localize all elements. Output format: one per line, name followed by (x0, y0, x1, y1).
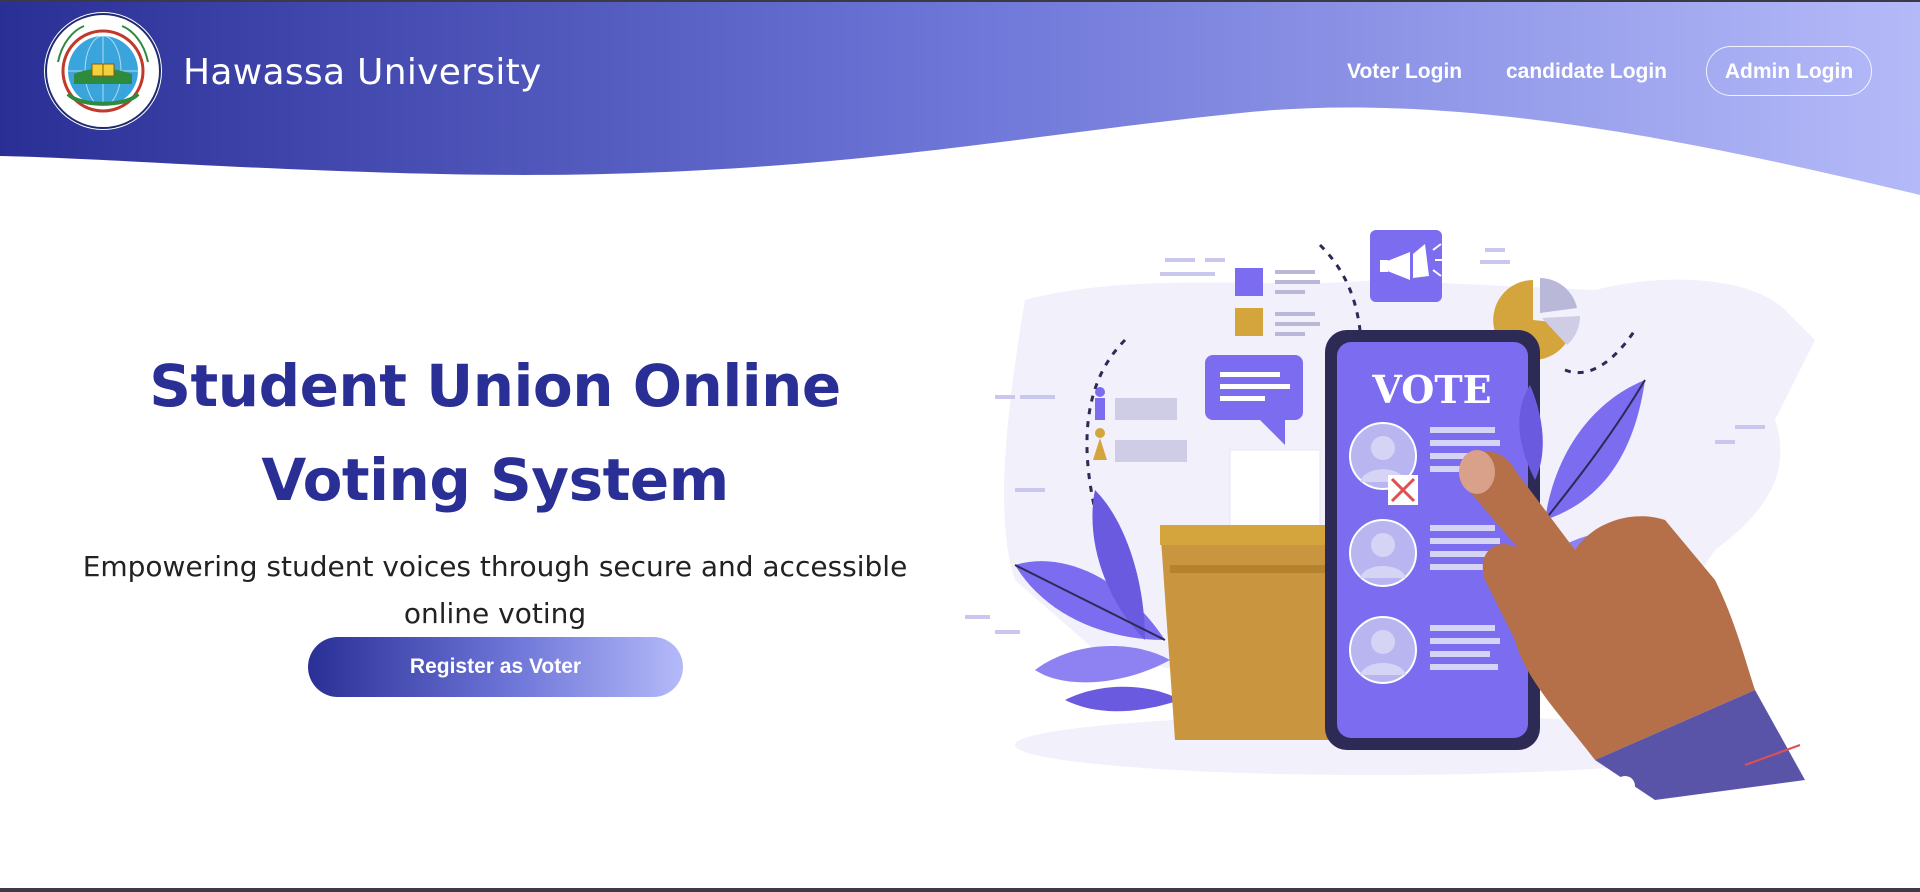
candidate-avatar-3 (1349, 616, 1417, 684)
university-seal-icon (45, 13, 161, 129)
candidate-login-link[interactable]: candidate Login (1506, 60, 1667, 84)
voting-illustration: VOTE (965, 230, 1815, 800)
site-header: Hawassa University Voter Login candidate… (0, 2, 1920, 198)
window-bottom-border (0, 888, 1920, 892)
hero-subtitle: Empowering student voices through secure… (82, 550, 908, 630)
candidate-avatar-2 (1349, 519, 1417, 587)
university-logo[interactable] (44, 12, 162, 130)
vote-check-icon (1388, 475, 1418, 505)
phone-icon: VOTE (1325, 330, 1540, 750)
register-voter-button[interactable]: Register as Voter (308, 637, 683, 697)
phone-vote-heading: VOTE (1371, 367, 1491, 412)
brand-name[interactable]: Hawassa University (183, 52, 542, 93)
megaphone-icon (1370, 230, 1445, 302)
hero-title: Student Union Online Voting System (149, 351, 841, 514)
header-wave-background (0, 2, 1920, 195)
admin-login-button[interactable]: Admin Login (1706, 46, 1872, 96)
voter-login-link[interactable]: Voter Login (1347, 60, 1462, 84)
